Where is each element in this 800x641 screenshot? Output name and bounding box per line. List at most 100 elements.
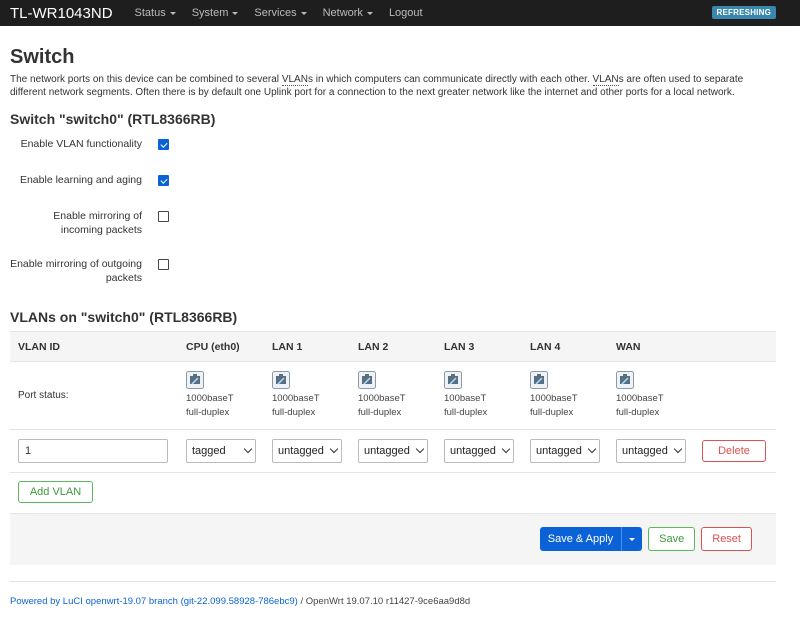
caret-down-icon: [300, 11, 307, 15]
desc-part: s in which computers can communicate dir…: [307, 74, 593, 85]
wan-select-cell: untagged: [608, 429, 694, 472]
port-speed: 1000baseT: [358, 393, 406, 404]
col-lan2: LAN 2: [350, 331, 436, 362]
option-label: Enable learning and aging: [19, 174, 142, 186]
wan-port-select[interactable]: untagged: [616, 438, 686, 463]
menu-system-label: System: [191, 7, 229, 19]
vlan-id-cell: [10, 429, 178, 472]
port-status-lan4: 1000baseT full-duplex: [522, 361, 608, 430]
ethernet-port-icon: [444, 371, 462, 389]
mirror-outgoing-checkbox[interactable]: [158, 259, 169, 270]
menu-network-label: Network: [322, 7, 363, 19]
menu-status[interactable]: Status: [135, 7, 176, 19]
port-duplex: full-duplex: [444, 407, 488, 418]
lan3-port-select[interactable]: untagged: [444, 438, 514, 463]
footer-divider: [10, 580, 776, 582]
lan4-port-select[interactable]: untagged: [530, 438, 600, 463]
port-status-empty: [694, 361, 776, 430]
port-status-label: Port status:: [10, 361, 178, 430]
port-duplex: full-duplex: [358, 407, 402, 418]
caret-down-icon: [169, 11, 176, 15]
option-mirror-incoming: Enable mirroring of incoming packets: [10, 209, 776, 257]
col-vlan-id: VLAN ID: [10, 331, 178, 362]
enable-learning-checkbox[interactable]: [158, 175, 169, 186]
port-status-wan: 1000baseT full-duplex: [608, 361, 694, 430]
reset-button[interactable]: Reset: [701, 527, 752, 551]
col-lan1: LAN 1: [264, 331, 350, 362]
footer-version: / OpenWrt 19.07.10 r11427-9ce6aa9d8d: [297, 595, 471, 607]
port-speed: 1000baseT: [272, 393, 320, 404]
ethernet-port-icon: [530, 371, 548, 389]
refreshing-badge[interactable]: REFRESHING: [711, 6, 776, 19]
vlan-table: VLAN ID CPU (eth0) LAN 1 LAN 2 LAN 3 LAN…: [10, 331, 776, 472]
col-lan3: LAN 3: [436, 331, 522, 362]
brand-title[interactable]: TL-WR1043ND: [10, 5, 113, 22]
port-duplex: full-duplex: [530, 407, 574, 418]
mirror-incoming-checkbox[interactable]: [158, 211, 169, 222]
caret-down-icon: [629, 537, 636, 541]
col-cpu: CPU (eth0): [178, 331, 264, 362]
save-button[interactable]: Save: [648, 527, 696, 551]
menu-network[interactable]: Network: [323, 7, 373, 19]
lan3-select-cell: untagged: [436, 429, 522, 472]
port-duplex: full-duplex: [186, 407, 230, 418]
chevron-down-icon: [243, 445, 253, 454]
chevron-down-icon: [329, 445, 339, 454]
vlan-table-header: VLAN ID CPU (eth0) LAN 1 LAN 2 LAN 3 LAN…: [10, 331, 776, 362]
chevron-down-icon: [501, 445, 511, 454]
option-label: Enable mirroring of incoming packets: [53, 210, 142, 236]
menu-system[interactable]: System: [192, 7, 239, 19]
menu-services-label: Services: [254, 7, 297, 19]
select-value: untagged: [622, 444, 668, 457]
lan2-port-select[interactable]: untagged: [358, 438, 428, 463]
menu-services[interactable]: Services: [254, 7, 307, 19]
menu-status-label: Status: [134, 7, 166, 19]
option-mirror-outgoing: Enable mirroring of outgoing packets: [10, 257, 776, 301]
lan2-select-cell: untagged: [350, 429, 436, 472]
option-label: Enable VLAN functionality: [20, 138, 142, 150]
ethernet-port-icon: [272, 371, 290, 389]
top-navbar: TL-WR1043ND Status System Services Netwo…: [0, 0, 800, 26]
chevron-down-icon: [673, 445, 683, 454]
vlan-abbr: VLAN: [592, 74, 619, 86]
vlan-id-input[interactable]: [18, 438, 168, 463]
enable-vlan-checkbox[interactable]: [158, 139, 169, 150]
ethernet-port-icon: [616, 371, 634, 389]
menu-logout[interactable]: Logout: [389, 7, 423, 19]
main-content: Switch The network ports on this device …: [0, 46, 800, 607]
delete-vlan-button[interactable]: Delete: [702, 439, 766, 462]
add-vlan-button[interactable]: Add VLAN: [18, 480, 93, 503]
select-value: untagged: [278, 444, 324, 457]
lan4-select-cell: untagged: [522, 429, 608, 472]
port-status-row: Port status: 1000baseT full-duplex 1000b…: [10, 361, 776, 430]
select-value: tagged: [192, 444, 226, 457]
select-value: untagged: [364, 444, 410, 457]
port-status-lan2: 1000baseT full-duplex: [350, 361, 436, 430]
switch-section-title: Switch "switch0" (RTL8366RB): [10, 111, 216, 127]
luci-link[interactable]: Powered by LuCI openwrt-19.07 branch (gi…: [10, 596, 298, 607]
port-speed: 1000baseT: [616, 393, 664, 404]
ethernet-port-icon: [186, 371, 204, 389]
vlan-abbr: VLAN: [281, 74, 308, 86]
caret-down-icon: [232, 11, 239, 15]
col-lan4: LAN 4: [522, 331, 608, 362]
action-bar: Save & Apply Save Reset: [10, 512, 776, 565]
chevron-down-icon: [415, 445, 425, 454]
cpu-port-select[interactable]: tagged: [186, 438, 256, 463]
footer: Powered by LuCI openwrt-19.07 branch (gi…: [10, 596, 776, 607]
lan1-select-cell: untagged: [264, 429, 350, 472]
save-apply-dropdown[interactable]: [622, 527, 643, 551]
save-apply-button[interactable]: Save & Apply: [539, 527, 623, 551]
caret-down-icon: [366, 11, 373, 15]
lan1-port-select[interactable]: untagged: [272, 438, 342, 463]
port-status-cpu: 1000baseT full-duplex: [178, 361, 264, 430]
option-vlan-functionality: Enable VLAN functionality: [10, 137, 776, 173]
col-wan: WAN: [608, 331, 694, 362]
page-title: Switch: [10, 46, 75, 68]
col-actions: [694, 331, 776, 362]
delete-cell: Delete: [694, 429, 776, 472]
port-speed: 1000baseT: [530, 393, 578, 404]
vlan-row: tagged untagged untagged untagged untagg…: [10, 429, 776, 472]
table-divider: [10, 471, 776, 473]
port-status-lan1: 1000baseT full-duplex: [264, 361, 350, 430]
